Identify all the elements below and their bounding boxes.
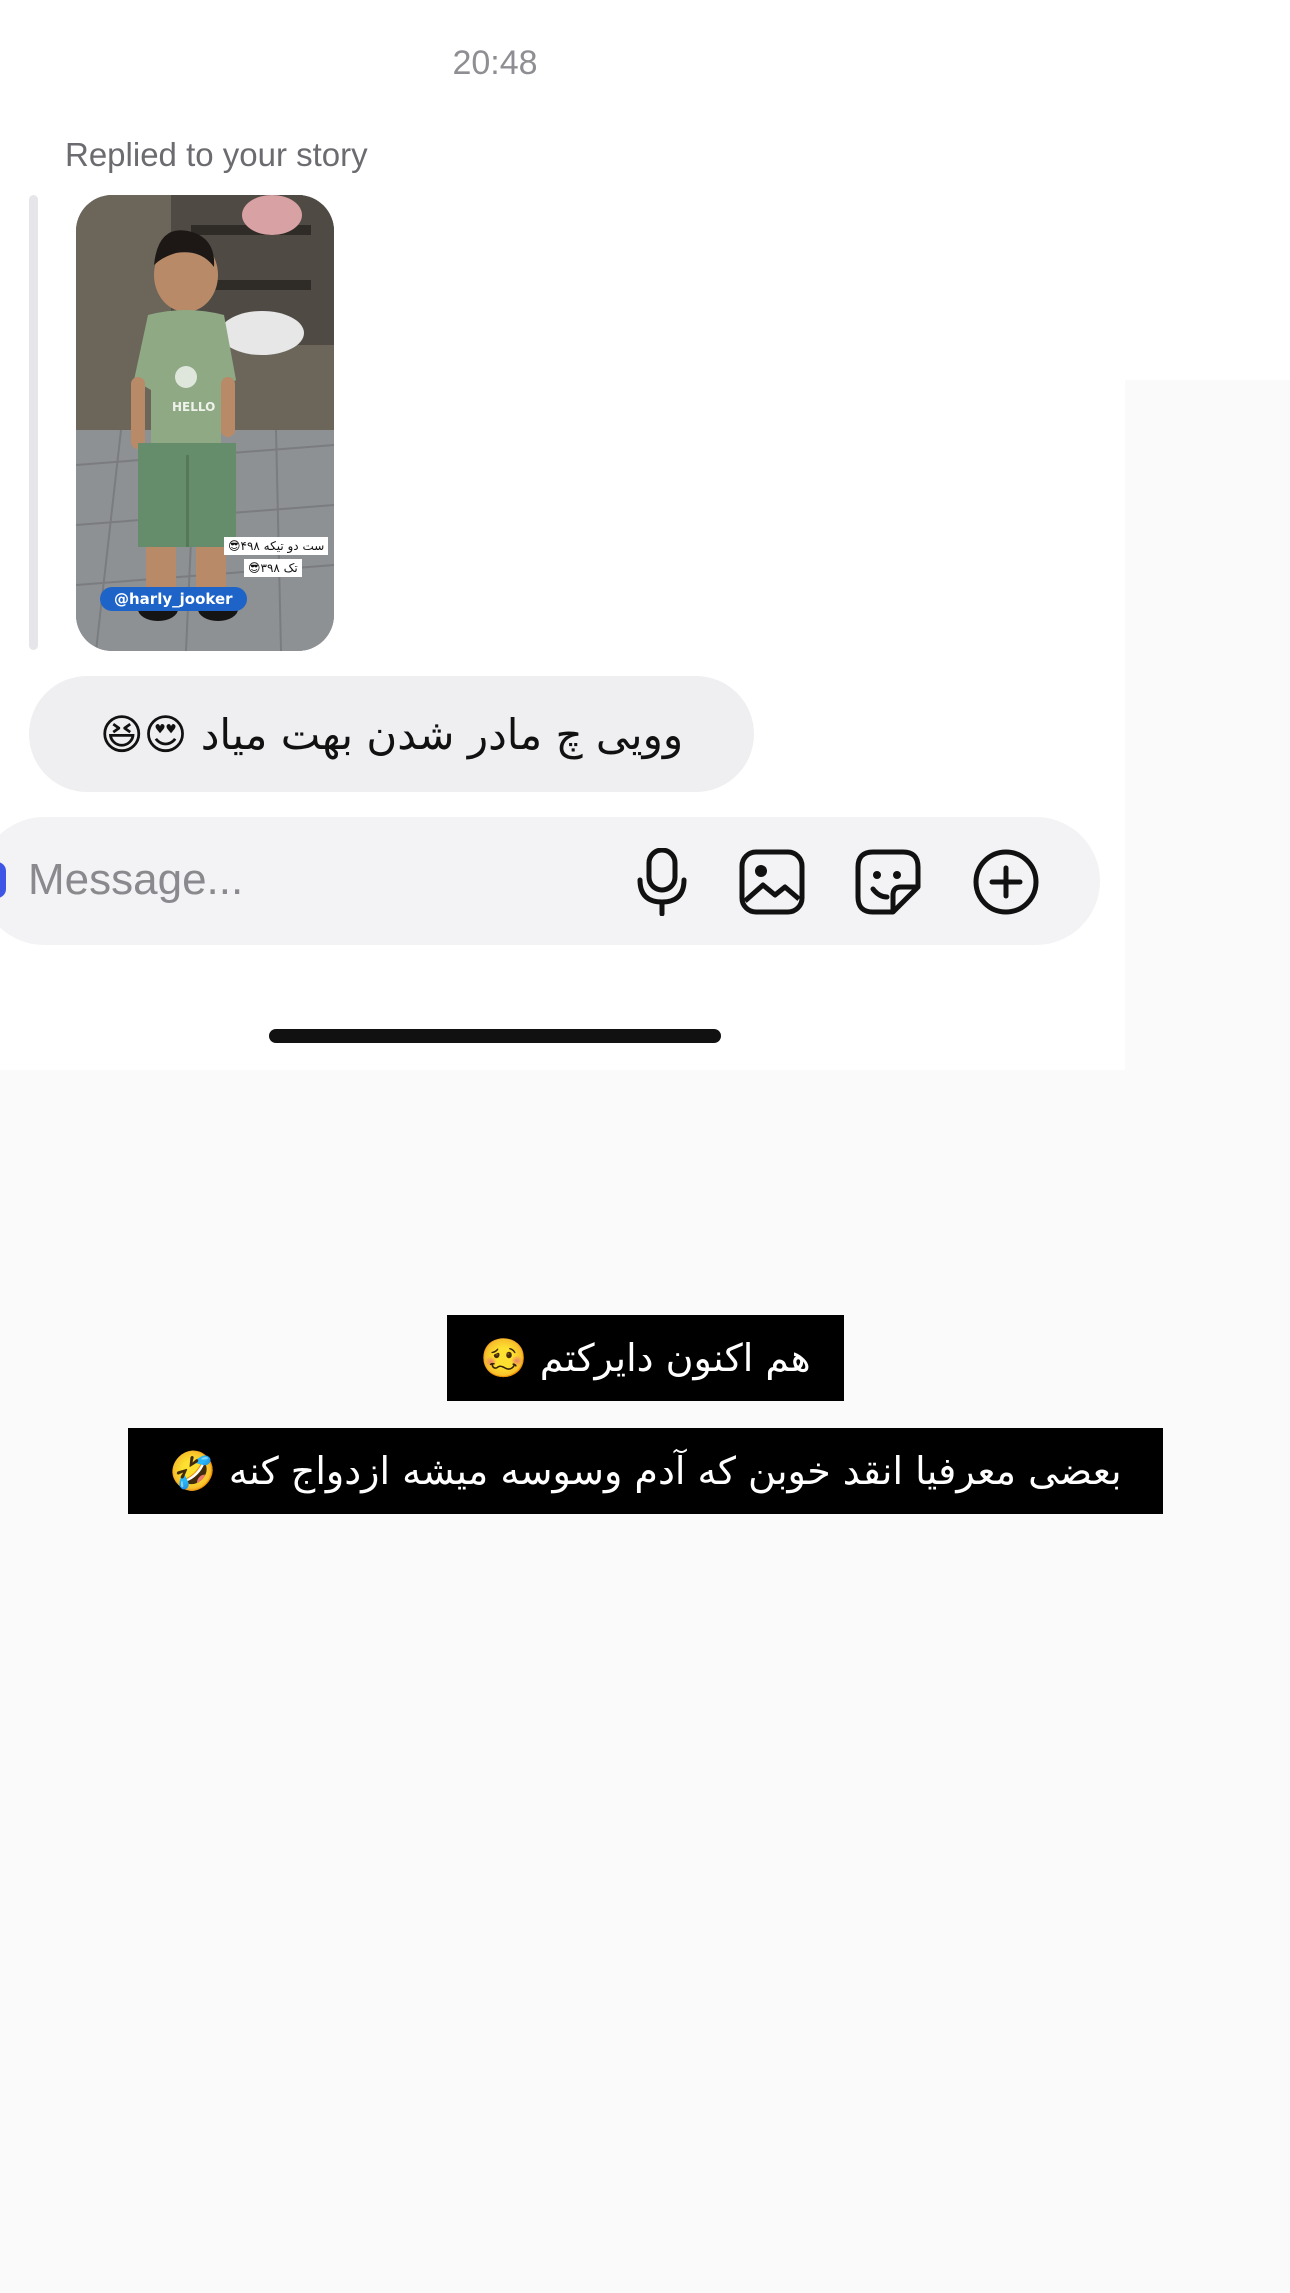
message-input[interactable] — [28, 848, 588, 912]
reply-indicator-bar — [29, 195, 38, 650]
message-bubble[interactable]: وویی چ مادر شدن بهت میاد 😍😆 — [29, 676, 754, 792]
overlay-caption-2: بعضی معرفیا انقد خوبن که آدم وسوسه میشه … — [128, 1428, 1163, 1514]
svg-text:HELLO: HELLO — [172, 400, 215, 414]
story-price-label: تک ۳۹۸😎 — [244, 559, 302, 577]
message-text: وویی چ مادر شدن بهت میاد 😍😆 — [99, 709, 684, 759]
replied-to-story-label: Replied to your story — [65, 136, 368, 173]
home-indicator — [269, 1029, 721, 1043]
sticker-icon[interactable] — [852, 846, 924, 918]
story-mention-tag: @harly_jooker — [100, 587, 247, 611]
camera-button-edge[interactable] — [0, 862, 6, 898]
gallery-icon[interactable] — [736, 846, 808, 918]
story-price-label: ست دو تیکه ۴۹۸😎 — [224, 537, 329, 555]
plus-circle-icon[interactable] — [970, 846, 1042, 918]
message-timestamp: 20:48 — [452, 44, 538, 82]
story-thumbnail[interactable]: HELLO ست دو تیکه ۴۹۸😎 تک ۳۹۸😎 @harly_joo… — [76, 195, 334, 651]
overlay-caption-1: هم اکنون دایرکتم 🥴 — [447, 1315, 844, 1401]
story-photo: HELLO — [76, 195, 334, 651]
microphone-icon[interactable] — [626, 846, 698, 918]
